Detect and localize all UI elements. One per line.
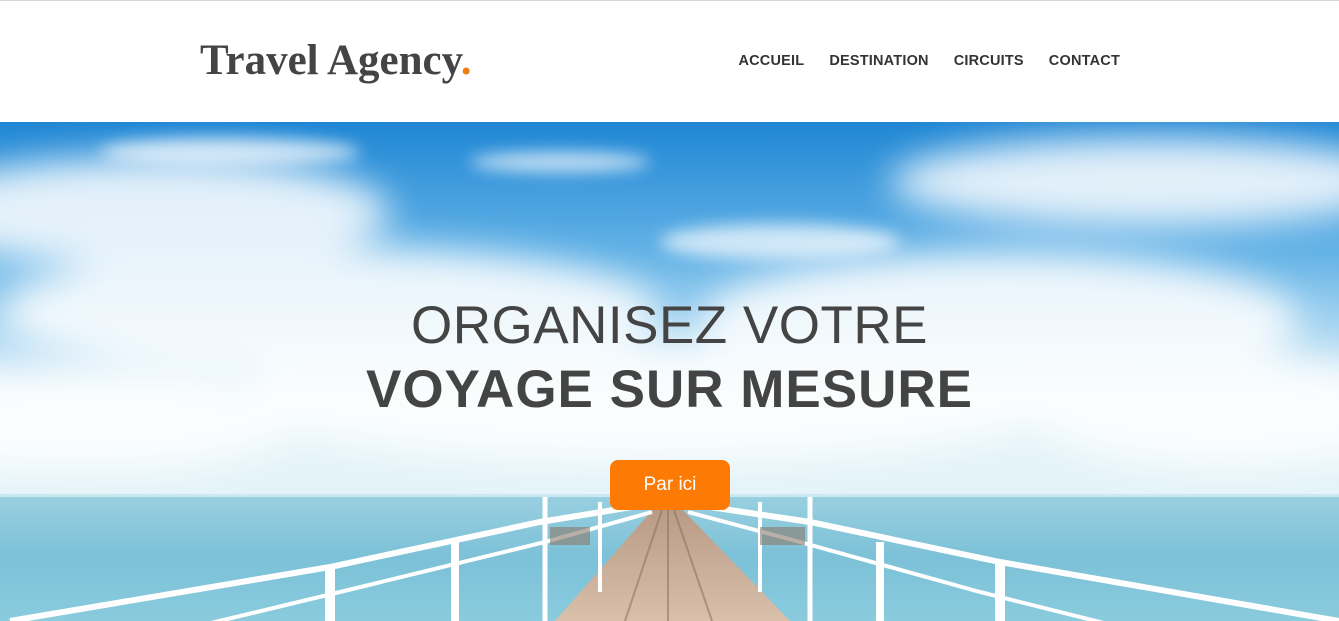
nav-link-destination[interactable]: DESTINATION: [829, 51, 928, 71]
cta-button[interactable]: Par ici: [610, 460, 730, 510]
hero-title: ORGANISEZ VOTRE VOYAGE SUR MESURE: [0, 295, 1339, 423]
nav-link-accueil[interactable]: ACCUEIL: [738, 51, 804, 71]
hero-banner: ORGANISEZ VOTRE VOYAGE SUR MESURE Par ic…: [0, 122, 1339, 621]
nav-link-circuits[interactable]: CIRCUITS: [954, 51, 1024, 71]
hero-title-line1: ORGANISEZ VOTRE: [411, 296, 928, 356]
main-nav: ACCUEIL DESTINATION CIRCUITS CONTACT: [738, 51, 1120, 71]
logo-text: Travel Agency: [200, 37, 461, 84]
nav-link-contact[interactable]: CONTACT: [1049, 51, 1120, 71]
site-header: Travel Agency. ACCUEIL DESTINATION CIRCU…: [0, 1, 1339, 122]
hero-title-line2: VOYAGE SUR MESURE: [365, 360, 973, 420]
logo[interactable]: Travel Agency.: [200, 36, 472, 86]
logo-dot: .: [460, 37, 472, 84]
